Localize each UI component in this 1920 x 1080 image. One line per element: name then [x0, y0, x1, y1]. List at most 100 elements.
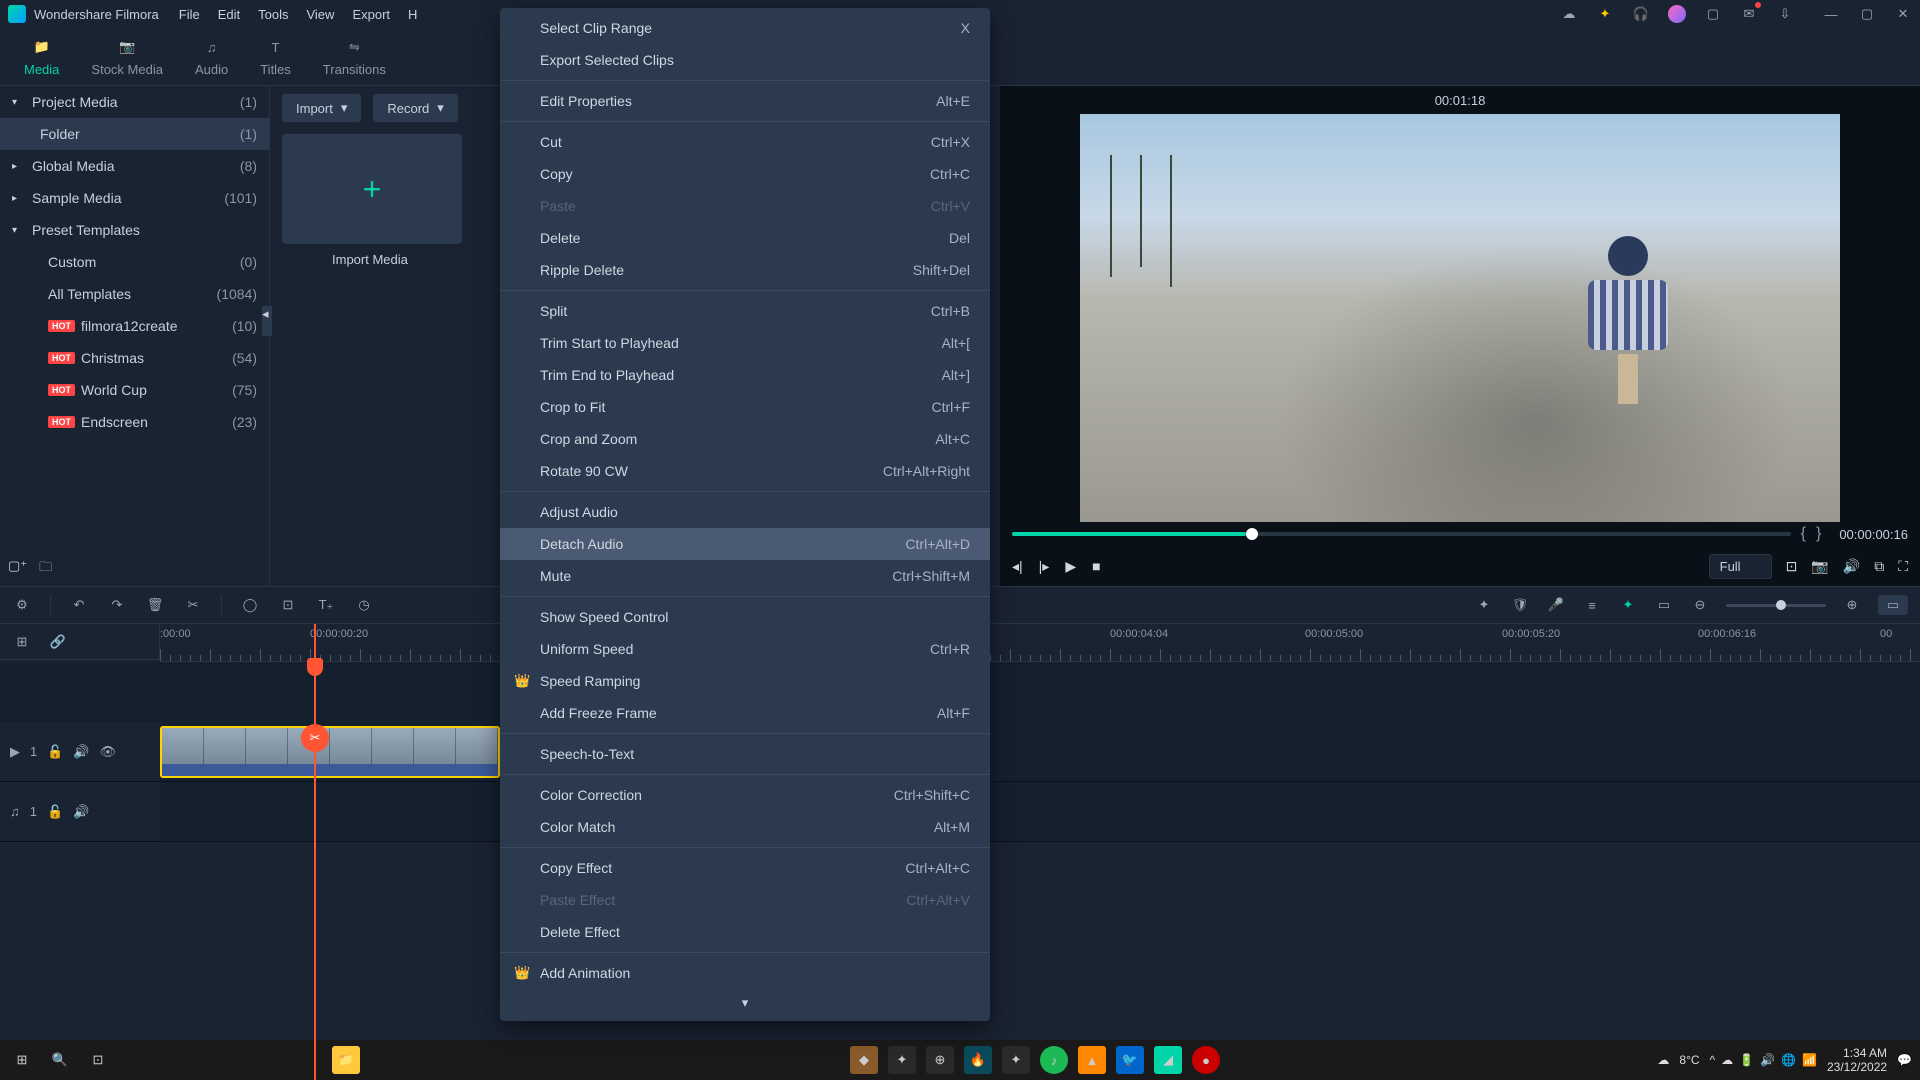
- stop-icon[interactable]: ■: [1092, 558, 1100, 574]
- app-icon-3[interactable]: ⊕: [926, 1046, 954, 1074]
- split-icon[interactable]: ✂: [183, 595, 203, 615]
- tray-language-icon[interactable]: 🌐: [1781, 1053, 1796, 1067]
- close-icon[interactable]: ✕: [1894, 5, 1912, 23]
- tray-wifi-icon[interactable]: 📶: [1802, 1053, 1817, 1067]
- display-icon[interactable]: ⊡: [1786, 558, 1798, 575]
- tab-titles[interactable]: T Titles: [244, 30, 307, 83]
- menu-item[interactable]: CutCtrl+X: [500, 126, 990, 158]
- sidebar-item[interactable]: Custom(0): [0, 246, 269, 278]
- playhead-head[interactable]: [307, 658, 323, 676]
- prev-frame-icon[interactable]: ◂|: [1012, 558, 1023, 575]
- sidebar-item[interactable]: HOTWorld Cup(75): [0, 374, 269, 406]
- sidebar-item[interactable]: HOTfilmora12create(10): [0, 310, 269, 342]
- next-frame-icon[interactable]: |▸: [1039, 558, 1050, 575]
- mark-out-icon[interactable]: }: [1816, 525, 1821, 543]
- zoom-in-icon[interactable]: ⊕: [1842, 595, 1862, 615]
- menu-item[interactable]: Delete Effect: [500, 916, 990, 948]
- delete-icon[interactable]: 🗑: [145, 595, 165, 615]
- vlc-icon[interactable]: ▲: [1078, 1046, 1106, 1074]
- lock-icon[interactable]: 🔓: [47, 744, 63, 760]
- search-icon[interactable]: 🔍: [46, 1046, 74, 1074]
- menu-help[interactable]: H: [408, 7, 417, 22]
- timeline-add-icon[interactable]: ⊞: [12, 632, 32, 652]
- menu-item[interactable]: Crop and ZoomAlt+C: [500, 423, 990, 455]
- weather-icon[interactable]: ☁: [1657, 1053, 1669, 1067]
- tab-media[interactable]: 📁 Media: [8, 30, 75, 83]
- preview-video[interactable]: [1080, 114, 1840, 522]
- visibility-icon[interactable]: 👁: [100, 744, 117, 760]
- menu-item[interactable]: Rotate 90 CWCtrl+Alt+Right: [500, 455, 990, 487]
- menu-item[interactable]: Trim End to PlayheadAlt+]: [500, 359, 990, 391]
- menu-item[interactable]: Select Clip RangeX: [500, 12, 990, 44]
- mixer-icon[interactable]: ≡: [1582, 595, 1602, 615]
- menu-item[interactable]: Color MatchAlt+M: [500, 811, 990, 843]
- sidebar-item[interactable]: All Templates(1084): [0, 278, 269, 310]
- menu-item[interactable]: Add Freeze FrameAlt+F: [500, 697, 990, 729]
- tray-volume-icon[interactable]: 🔊: [1760, 1053, 1775, 1067]
- crop-icon[interactable]: ⊡: [278, 595, 298, 615]
- markers-icon[interactable]: ✦: [1618, 595, 1638, 615]
- menu-item[interactable]: Detach AudioCtrl+Alt+D: [500, 528, 990, 560]
- shield-icon[interactable]: 🛡: [1510, 595, 1530, 615]
- sidebar-item[interactable]: ▸Sample Media(101): [0, 182, 269, 214]
- menu-item[interactable]: 👑Speed Ramping: [500, 665, 990, 697]
- menu-item[interactable]: CopyCtrl+C: [500, 158, 990, 190]
- menu-item[interactable]: SplitCtrl+B: [500, 295, 990, 327]
- app-icon-5[interactable]: ✦: [1002, 1046, 1030, 1074]
- adjust-icon[interactable]: ⚙: [12, 595, 32, 615]
- start-icon[interactable]: ⊞: [8, 1046, 36, 1074]
- menu-item[interactable]: Ripple DeleteShift+Del: [500, 254, 990, 286]
- redo-icon[interactable]: ↷: [107, 595, 127, 615]
- menu-item[interactable]: Export Selected Clips: [500, 44, 990, 76]
- weather-temp[interactable]: 8°C: [1679, 1053, 1699, 1067]
- cloud-icon[interactable]: ☁: [1560, 5, 1578, 23]
- menu-item[interactable]: Adjust Audio: [500, 496, 990, 528]
- play-icon[interactable]: ▶: [1065, 558, 1076, 575]
- text-tool-icon[interactable]: T₊: [316, 595, 336, 615]
- link-icon[interactable]: 🔗: [48, 632, 68, 652]
- spotify-icon[interactable]: ♪: [1040, 1046, 1068, 1074]
- zoom-slider[interactable]: [1726, 604, 1826, 607]
- lock-icon[interactable]: 🔓: [47, 804, 63, 820]
- maximize-icon[interactable]: ▢: [1858, 5, 1876, 23]
- sidebar-item[interactable]: ▾Project Media(1): [0, 86, 269, 118]
- new-folder-icon[interactable]: 🗀: [39, 558, 52, 580]
- playhead[interactable]: ✂: [314, 624, 316, 1080]
- ratio-icon[interactable]: ▭: [1654, 595, 1674, 615]
- tray-battery-icon[interactable]: 🔋: [1739, 1053, 1754, 1067]
- sidebar-item[interactable]: HOTEndscreen(23): [0, 406, 269, 438]
- volume-icon[interactable]: 🔊: [1843, 558, 1860, 575]
- import-media-tile[interactable]: +: [282, 134, 462, 244]
- mute-icon[interactable]: 🔊: [73, 804, 89, 820]
- app-icon-4[interactable]: 🔥: [964, 1046, 992, 1074]
- menu-more[interactable]: ▾: [500, 989, 990, 1017]
- notifications-icon[interactable]: ✉: [1740, 5, 1758, 23]
- menu-item[interactable]: Copy EffectCtrl+Alt+C: [500, 852, 990, 884]
- menu-item[interactable]: Crop to FitCtrl+F: [500, 391, 990, 423]
- mark-in-icon[interactable]: {: [1801, 525, 1806, 543]
- import-button[interactable]: Import ▾: [282, 94, 361, 122]
- filmora-icon[interactable]: ◢: [1154, 1046, 1182, 1074]
- tab-transitions[interactable]: ⇋ Transitions: [307, 30, 402, 83]
- tab-audio[interactable]: ♫ Audio: [179, 30, 244, 83]
- menu-item[interactable]: Speech-to-Text: [500, 738, 990, 770]
- menu-edit[interactable]: Edit: [218, 7, 240, 22]
- mask-icon[interactable]: ◯: [240, 595, 260, 615]
- menu-item[interactable]: Edit PropertiesAlt+E: [500, 85, 990, 117]
- tray-onedrive-icon[interactable]: ☁: [1721, 1053, 1733, 1067]
- menu-file[interactable]: File: [179, 7, 200, 22]
- app-icon-2[interactable]: ✦: [888, 1046, 916, 1074]
- undo-icon[interactable]: ↶: [69, 595, 89, 615]
- tray-chevron-icon[interactable]: ^: [1710, 1053, 1716, 1067]
- taskview-icon[interactable]: ⊡: [84, 1046, 112, 1074]
- sidebar-item[interactable]: ▸Global Media(8): [0, 150, 269, 182]
- record-button[interactable]: Record ▾: [373, 94, 457, 122]
- notifications-tray-icon[interactable]: 💬: [1897, 1053, 1912, 1067]
- zoom-out-icon[interactable]: ⊖: [1690, 595, 1710, 615]
- account-icon[interactable]: ⇩: [1776, 5, 1794, 23]
- avatar-icon[interactable]: [1668, 5, 1686, 23]
- scrubber-track[interactable]: [1012, 532, 1791, 536]
- menu-item[interactable]: Trim Start to PlayheadAlt+[: [500, 327, 990, 359]
- menu-item[interactable]: Show Speed Control: [500, 601, 990, 633]
- fullscreen-icon[interactable]: ⛶: [1898, 558, 1908, 575]
